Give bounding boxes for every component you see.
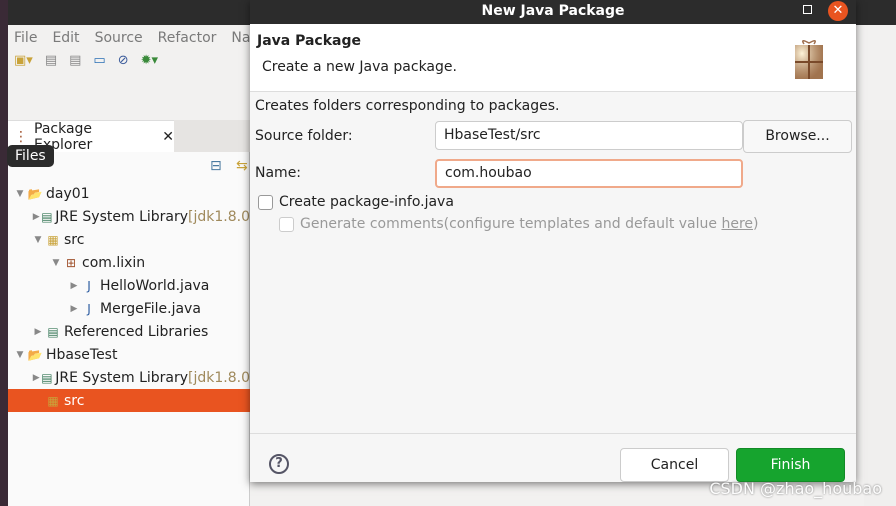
tree-item[interactable]: ▼ 📂 HbaseTest	[8, 343, 250, 366]
source-folder-input[interactable]: HbaseTest/src	[435, 121, 743, 150]
tree-item-label: JRE System Library	[55, 208, 189, 225]
project-tree: ▼ 📂 day01 ▶ ▤ JRE System Library [jdk1.8.0 ▼ ▦ s…	[8, 182, 250, 412]
chevron-right-icon[interactable]: ▶	[32, 212, 41, 222]
dialog-body: Creates folders corresponding to package…	[250, 92, 856, 432]
menu-source[interactable]: Source	[95, 25, 143, 50]
tree-item[interactable]: ▶ J MergeFile.java	[8, 297, 250, 320]
description: Creates folders corresponding to package…	[255, 98, 560, 114]
name-label: Name:	[255, 165, 302, 181]
editor-area	[864, 120, 896, 506]
tree-item[interactable]: ▼ ▦ src	[8, 228, 250, 251]
checkbox-box[interactable]	[279, 216, 294, 232]
tree-item-label: HbaseTest	[46, 346, 118, 363]
source-folder-icon: ▦	[47, 393, 59, 408]
tree-item-label: src	[64, 231, 85, 248]
toolbar: ▣▾ ▤ ▤ ▭ ⊘ ✹▾	[14, 53, 158, 68]
chevron-right-icon[interactable]: ▶	[68, 281, 80, 291]
debug-icon[interactable]: ✹▾	[141, 53, 158, 68]
new-icon[interactable]: ▣▾	[14, 53, 33, 68]
jdk-version: [jdk1.8.0	[188, 208, 250, 225]
java-file-icon: J	[87, 278, 91, 293]
chevron-right-icon[interactable]: ▶	[32, 373, 41, 383]
tooltip: Files	[7, 145, 54, 167]
tree-item-label: day01	[46, 185, 90, 202]
collapse-all-icon[interactable]: ⊟	[210, 158, 222, 174]
finish-button[interactable]: Finish	[736, 448, 845, 482]
package-explorer: ⋮ Package Explorer ✕ ⊟ ⇆ ▼ 📂 day01 ▶ ▤ JRE Sy…	[8, 120, 250, 506]
generate-comments-checkbox[interactable]: Generate comments(configure templates an…	[279, 216, 759, 232]
desktop-edge	[0, 0, 8, 506]
tree-item-label: JRE System Library	[55, 369, 189, 386]
tree-item[interactable]: ▶ ▤ JRE System Library [jdk1.8.0	[8, 205, 250, 228]
menu-edit[interactable]: Edit	[52, 25, 79, 50]
terminal-icon[interactable]: ▭	[93, 53, 105, 68]
watermark: CSDN @zhao_houbao	[709, 479, 882, 498]
save-icon[interactable]: ▤	[45, 53, 57, 68]
dialog-header: Java Package Create a new Java package.	[250, 24, 856, 92]
library-icon: ▤	[41, 209, 53, 224]
menu-navigate[interactable]: Na	[231, 25, 250, 50]
save-all-icon[interactable]: ▤	[69, 53, 81, 68]
name-input[interactable]: com.houbao	[435, 159, 743, 188]
chevron-right-icon[interactable]: ▶	[68, 304, 80, 314]
tree-item-label: Referenced Libraries	[64, 323, 209, 340]
chevron-down-icon[interactable]: ▼	[14, 189, 26, 199]
paren: )	[753, 216, 759, 232]
checkbox-label: Generate comments(configure templates an…	[300, 216, 722, 232]
create-package-info-checkbox[interactable]: Create package-info.java	[258, 194, 454, 210]
project-folder-warning-icon: 📂	[27, 347, 43, 362]
cancel-button[interactable]: Cancel	[620, 448, 729, 482]
close-icon[interactable]: ✕	[162, 129, 174, 145]
close-button[interactable]: ✕	[828, 1, 848, 21]
tree-item-label: src	[64, 392, 85, 409]
header-title: Java Package	[257, 33, 362, 49]
tree-item[interactable]: ▼ ⊞ com.lixin	[8, 251, 250, 274]
java-file-icon: J	[87, 301, 91, 316]
package-icon: ⊞	[65, 255, 77, 270]
package-explorer-icon: ⋮	[14, 128, 28, 145]
maximize-button[interactable]	[803, 5, 812, 14]
dialog-titlebar: New Java Package ✕	[250, 0, 856, 24]
tree-item[interactable]: ▶ ▤ JRE System Library [jdk1.8.0	[8, 366, 250, 389]
jdk-version: [jdk1.8.0	[188, 369, 250, 386]
link-editor-icon[interactable]: ⇆	[236, 158, 248, 174]
menu-refactor[interactable]: Refactor	[158, 25, 217, 50]
tree-item[interactable]: ▶ J HelloWorld.java	[8, 274, 250, 297]
dialog-title: New Java Package	[481, 3, 625, 19]
source-folder-icon: ▦	[47, 232, 59, 247]
help-icon[interactable]: ?	[269, 454, 289, 474]
here-link[interactable]: here	[721, 216, 753, 232]
chevron-down-icon[interactable]: ▼	[50, 258, 62, 268]
chevron-right-icon[interactable]: ▶	[32, 327, 44, 337]
package-gift-icon	[795, 40, 823, 79]
new-java-package-dialog: New Java Package ✕ Java Package Create a…	[250, 0, 856, 482]
chevron-down-icon[interactable]: ▼	[14, 350, 26, 360]
menu-file[interactable]: File	[14, 25, 37, 50]
tree-item-label: HelloWorld.java	[100, 277, 210, 294]
header-subtitle: Create a new Java package.	[262, 59, 457, 75]
library-icon: ▤	[41, 370, 53, 385]
tree-item-label: MergeFile.java	[100, 300, 201, 317]
browse-button[interactable]: Browse...	[743, 120, 852, 153]
tree-item[interactable]: ▼ 📂 day01	[8, 182, 250, 205]
dialog-footer: ? Cancel Finish	[250, 433, 856, 482]
tree-item[interactable]: ▦ src	[8, 389, 250, 412]
checkbox-label: Create package-info.java	[279, 194, 454, 210]
tree-item-label: com.lixin	[82, 254, 146, 271]
tree-item[interactable]: ▶ ▤ Referenced Libraries	[8, 320, 250, 343]
library-icon: ▤	[47, 324, 59, 339]
chevron-down-icon[interactable]: ▼	[32, 235, 44, 245]
project-folder-icon: 📂	[27, 186, 43, 201]
source-folder-label: Source folder:	[255, 128, 353, 144]
checkbox-box[interactable]	[258, 194, 273, 210]
skip-breakpoints-icon[interactable]: ⊘	[118, 53, 129, 68]
